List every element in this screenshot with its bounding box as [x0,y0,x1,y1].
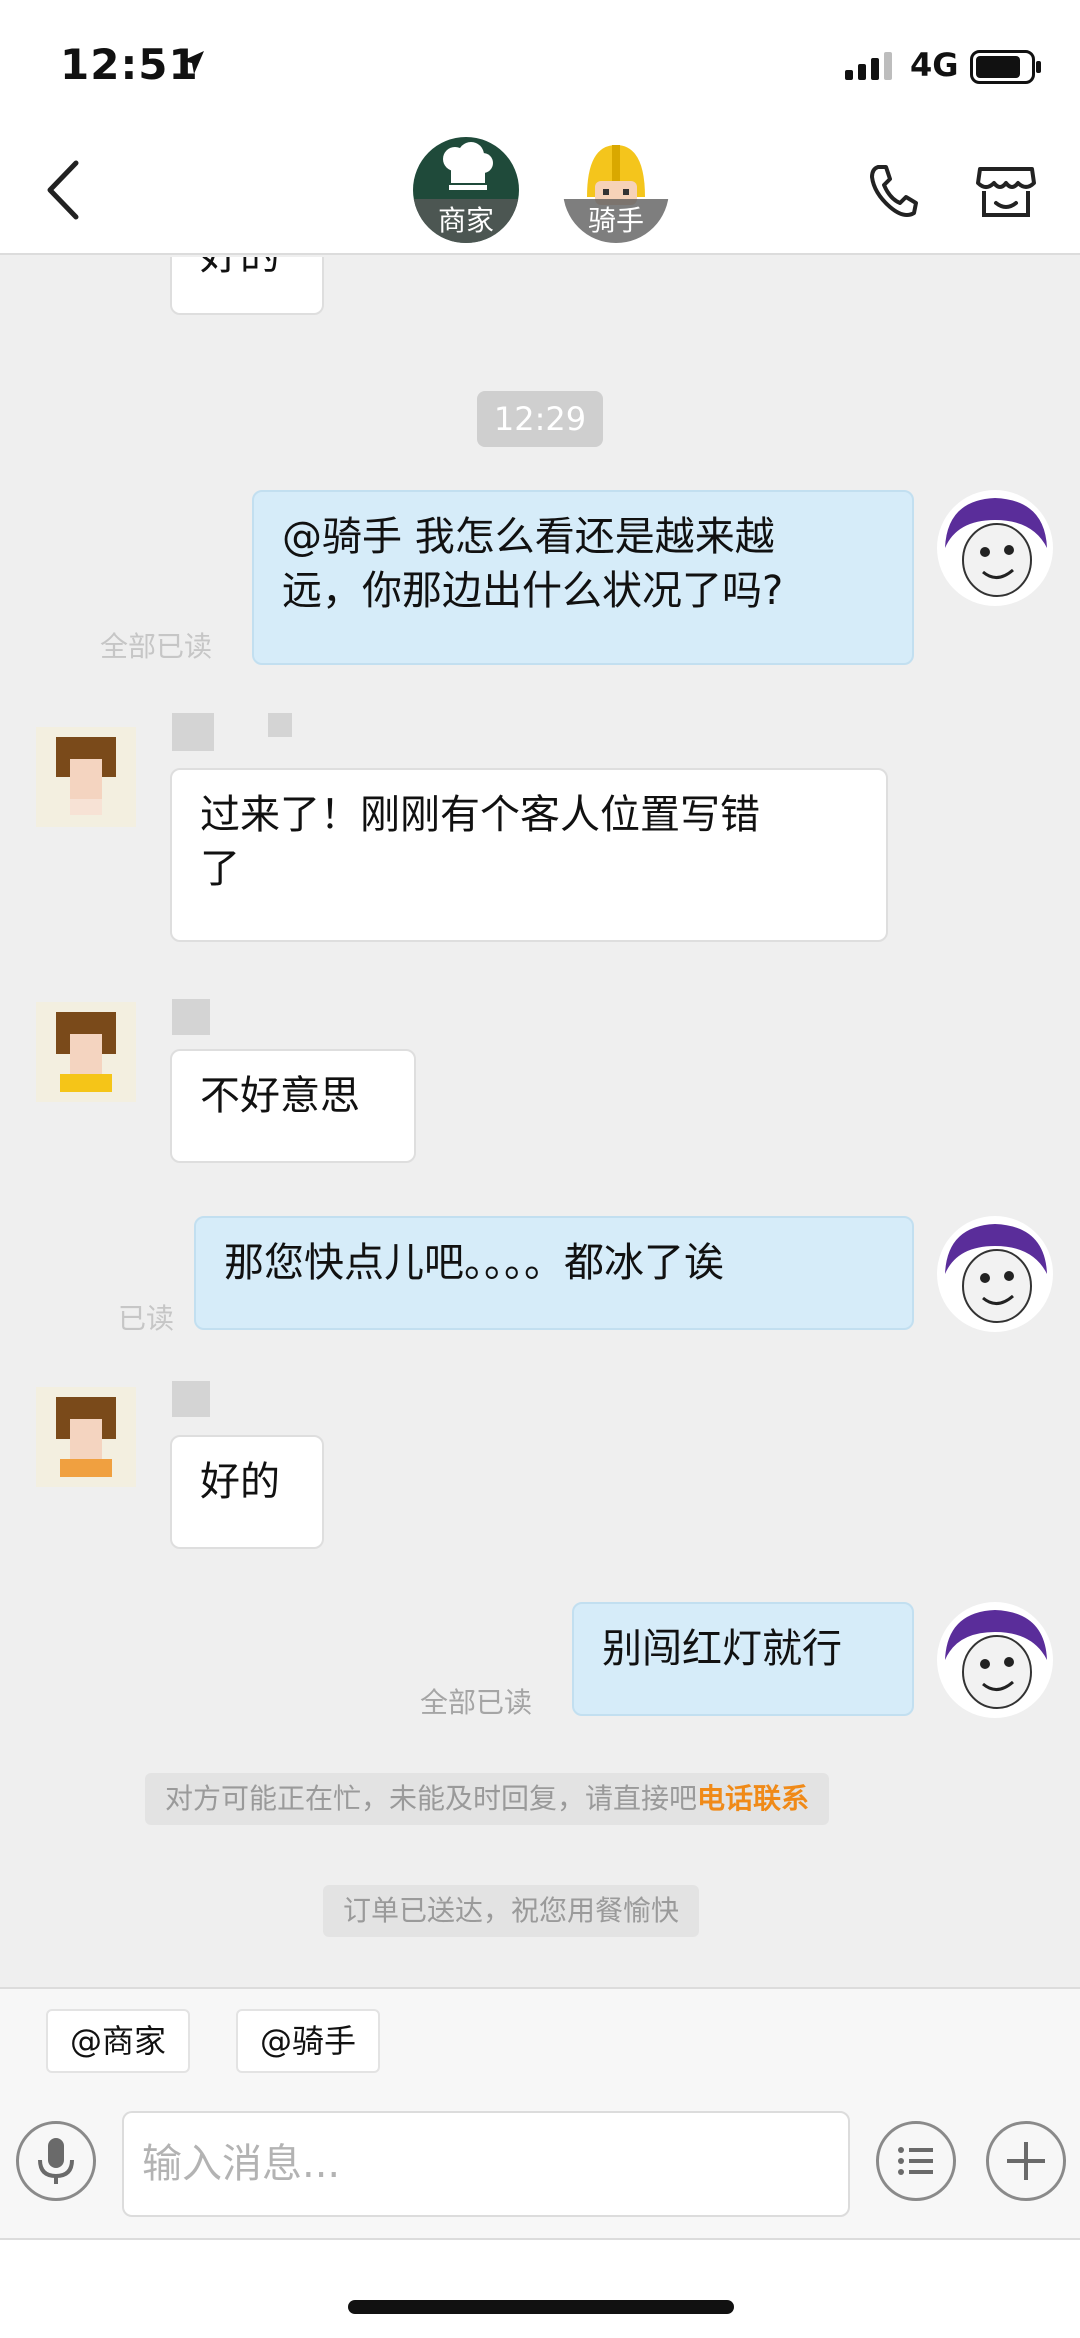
message-bubble-incoming[interactable]: 不好意思 [170,1049,416,1163]
phone-icon[interactable] [864,161,920,221]
phone-contact-link[interactable]: 电话联系 [697,1782,809,1815]
read-status: 全部已读 [420,1686,533,1719]
bottom-safe-area [0,2240,1080,2338]
blurred-name [172,999,210,1035]
rider-pixel-avatar[interactable] [36,727,136,827]
shop-icon[interactable] [974,161,1038,221]
system-notice-text: 订单已送达，祝您用餐愉快 [343,1894,680,1927]
message-input[interactable] [122,2111,850,2217]
system-notice-text: 对方可能正在忙，未能及时回复，请直接吧 [165,1782,698,1815]
network-type: 4G [910,46,959,84]
voice-button[interactable] [16,2121,96,2201]
system-notice-delivered: 订单已送达，祝您用餐愉快 [323,1885,700,1937]
blurred-name [172,713,214,751]
my-avatar[interactable] [937,490,1053,606]
rider-tag: 骑手 [563,199,669,243]
blurred-name [172,1381,210,1417]
my-avatar[interactable] [937,1216,1053,1332]
microphone-icon [38,2138,74,2184]
merchant-avatar[interactable]: 商家 [413,137,519,243]
message-bubble-outgoing[interactable]: @骑手 我怎么看还是越来越 远，你那边出什么状况了吗? [252,490,914,665]
mention-merchant-chip[interactable]: @商家 [46,2009,191,2073]
message-bubble-outgoing[interactable]: 那您快点儿吧。。。。都冰了诶 [194,1216,914,1330]
merchant-tag: 商家 [413,199,519,243]
message-bubble-incoming: 好的 [170,257,324,315]
input-bar [0,2095,1080,2240]
chef-hat-icon [443,142,493,190]
message-text: 好的 [200,1459,280,1505]
message-text: 那您快点儿吧。。。。都冰了诶 [224,1240,724,1286]
system-notice-busy: 对方可能正在忙，未能及时回复，请直接吧电话联系 [145,1773,830,1825]
message-text-line: @骑手 我怎么看还是越来越 [282,514,775,560]
read-status-faded: 已读 [118,1302,175,1335]
rider-pixel-avatar[interactable] [36,1002,136,1102]
rider-pixel-avatar[interactable] [36,1387,136,1487]
my-avatar[interactable] [937,1602,1053,1718]
meme-face-icon [945,1224,1047,1323]
message-text: 好的 [200,257,280,279]
more-actions-button[interactable] [986,2121,1066,2201]
read-status-faded: 全部已读 [100,630,213,663]
message-text-line: 过来了！刚刚有个客人位置写错 [200,792,760,838]
quick-mention-bar: @商家 @骑手 [0,1987,1080,2095]
list-icon [898,2147,933,2175]
quick-phrases-button[interactable] [876,2121,956,2201]
signal-icon [845,52,892,80]
message-text: 不好意思 [200,1073,360,1119]
plus-icon [1007,2142,1045,2180]
meme-face-icon [945,498,1047,597]
time-divider: 12:29 [477,391,603,447]
meme-face-icon [945,1610,1047,1709]
battery-icon [970,50,1041,84]
chat-area[interactable]: 好的 12:29 @骑手 我怎么看还是越来越 远，你那边出什么状况了吗? 全部已… [0,257,1080,1987]
message-text-line: 远，你那边出什么状况了吗? [282,568,784,614]
blurred-name [268,713,292,737]
message-bubble-incoming[interactable]: 好的 [170,1435,324,1549]
chat-header: 商家 骑手 [0,125,1080,255]
location-arrow-icon [182,51,204,74]
back-chevron-icon[interactable] [38,155,98,225]
message-text-line: 了 [200,846,240,892]
mention-rider-chip[interactable]: @骑手 [236,2009,381,2073]
status-bar: 12:51 4G [0,0,1080,125]
message-bubble-incoming[interactable]: 过来了！刚刚有个客人位置写错 了 [170,768,888,942]
message-bubble-outgoing[interactable]: 别闯红灯就行 [572,1602,914,1716]
message-text: 别闯红灯就行 [602,1626,842,1672]
rider-avatar[interactable]: 骑手 [563,137,669,243]
home-indicator[interactable] [348,2300,734,2314]
